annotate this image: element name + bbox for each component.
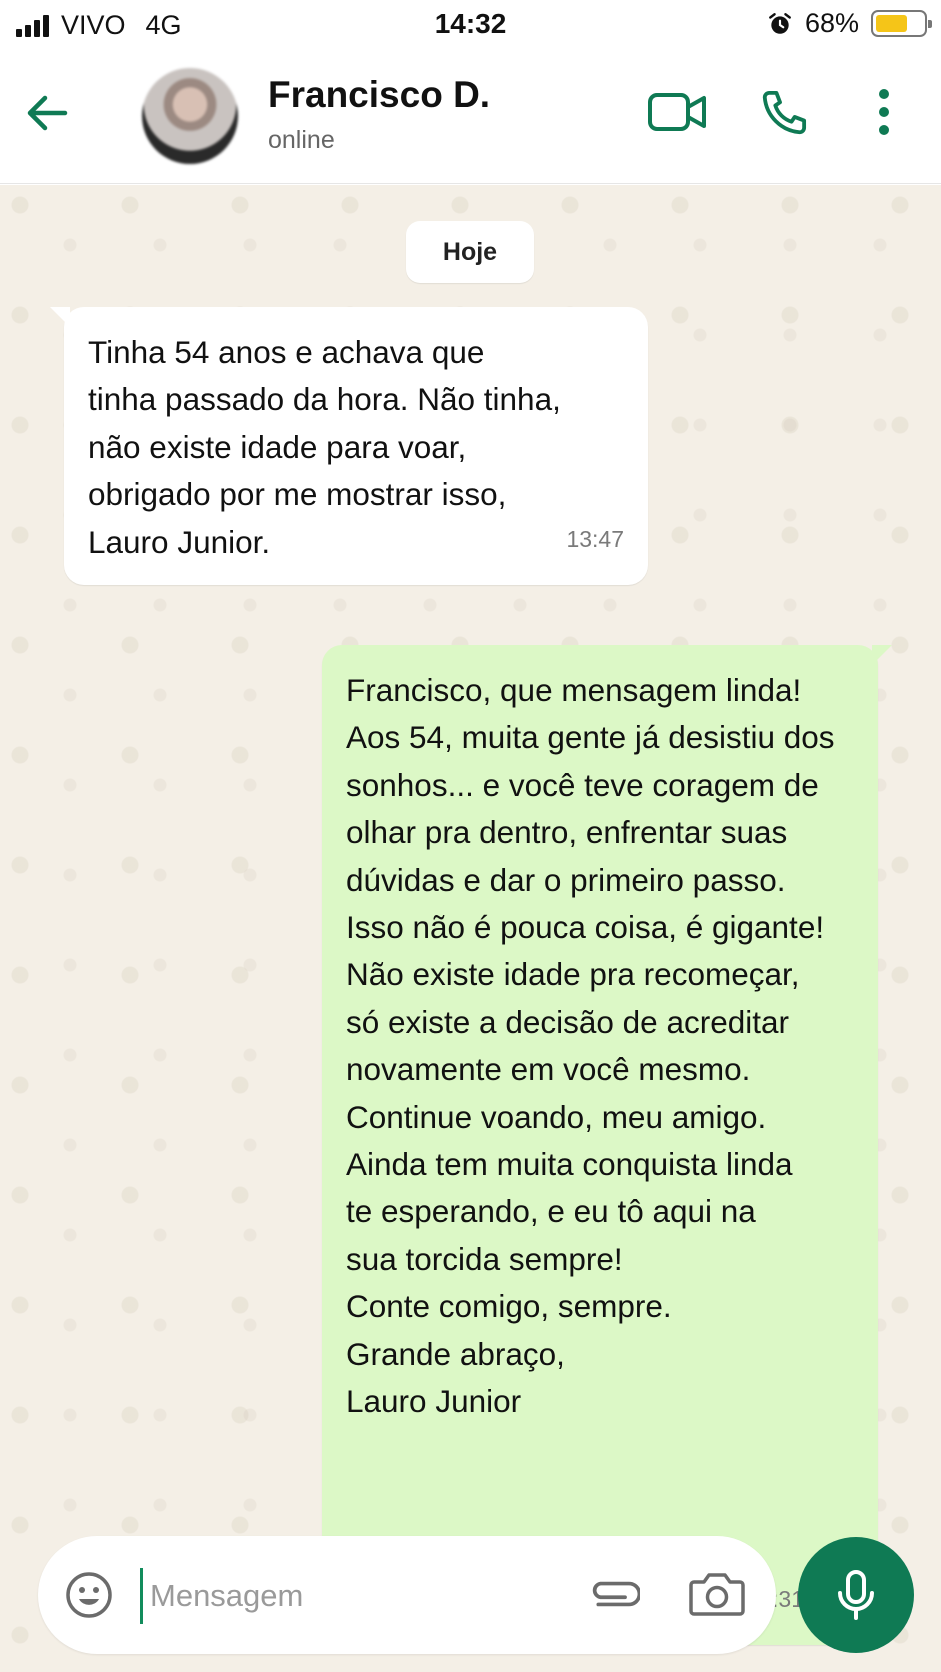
message-time: 13:47 xyxy=(566,516,624,563)
camera-button[interactable] xyxy=(688,1566,746,1622)
date-chip: Hoje xyxy=(406,221,534,283)
text-caret xyxy=(140,1568,143,1624)
battery-icon xyxy=(871,10,932,37)
message-composer xyxy=(38,1536,776,1654)
attach-icon xyxy=(592,1581,642,1607)
avatar[interactable] xyxy=(142,68,238,164)
emoji-button[interactable] xyxy=(64,1570,114,1620)
chat-area[interactable]: Hoje Tinha 54 anos e achava que tinha pa… xyxy=(0,185,941,1672)
voice-record-button[interactable] xyxy=(798,1537,914,1653)
back-arrow-icon xyxy=(27,95,68,131)
voice-call-button[interactable] xyxy=(756,82,814,142)
message-input[interactable] xyxy=(150,1566,550,1626)
phone-icon xyxy=(762,90,807,135)
mic-icon xyxy=(838,1570,874,1620)
outgoing-message[interactable]: Francisco, que mensagem linda! Aos 54, m… xyxy=(322,645,892,1645)
back-button[interactable] xyxy=(22,88,72,138)
camera-icon xyxy=(689,1573,745,1616)
message-text: Francisco, que mensagem linda! Aos 54, m… xyxy=(346,672,835,1420)
emoji-icon xyxy=(66,1572,112,1618)
contact-name[interactable]: Francisco D. xyxy=(268,74,490,116)
message-time-label: 13:47 xyxy=(566,525,624,552)
video-call-button[interactable] xyxy=(646,82,710,142)
attach-button[interactable] xyxy=(584,1564,642,1624)
battery-percent: 68% xyxy=(804,8,859,38)
incoming-message[interactable]: Tinha 54 anos e achava que tinha passado… xyxy=(50,307,648,585)
message-text: Tinha 54 anos e achava que tinha passado… xyxy=(88,334,561,560)
battery-fill xyxy=(876,15,908,32)
contact-status: online xyxy=(268,126,335,154)
alarm-clock-icon xyxy=(769,12,791,34)
chat-header: Francisco D. online xyxy=(0,52,941,184)
status-bar: VIVO 4G 14:32 68% xyxy=(0,0,941,52)
video-call-icon xyxy=(648,93,706,131)
more-options-button[interactable] xyxy=(864,82,904,142)
more-vert-icon xyxy=(879,89,889,135)
status-right: 68% xyxy=(767,8,932,39)
